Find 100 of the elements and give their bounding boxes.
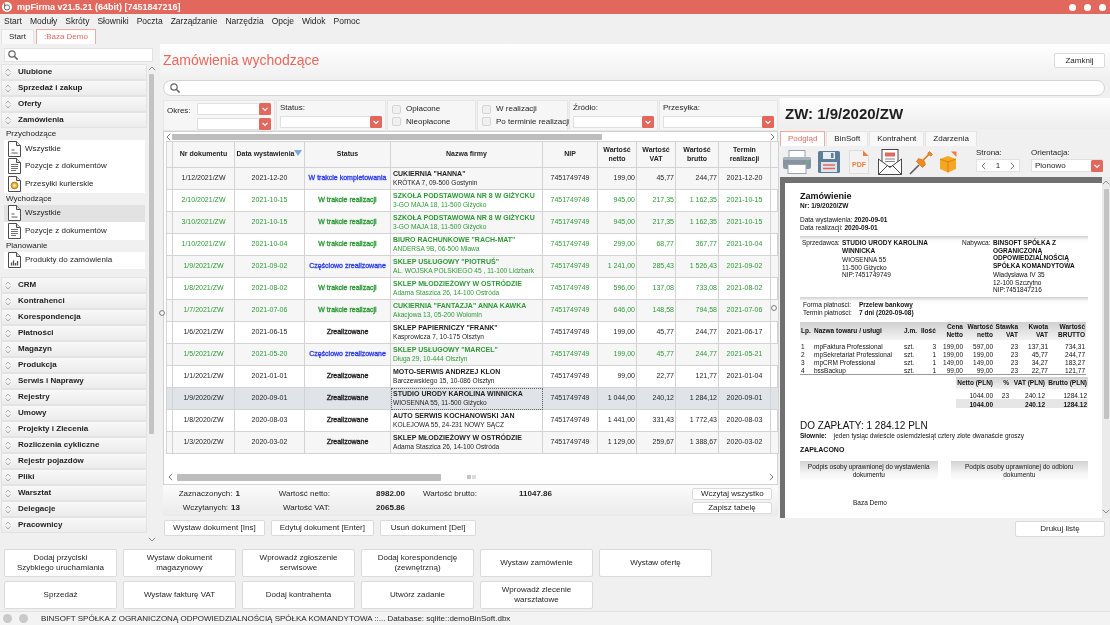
save-table-button[interactable]: Zapisz tabelę (692, 501, 772, 514)
vertical-scrollbar[interactable] (1102, 177, 1110, 518)
menu-item[interactable]: Pomoc (329, 15, 364, 27)
checkbox[interactable] (482, 104, 491, 114)
quick-action-button[interactable]: Wystaw dokument magazynowy (123, 549, 236, 577)
tab[interactable]: BinSoft (826, 131, 869, 146)
sidebar-section[interactable]: Serwis i Naprawy (1, 373, 147, 389)
box-icon[interactable] (939, 150, 957, 173)
sidebar-section[interactable]: Płatności (1, 325, 147, 341)
dot-icon[interactable] (1084, 3, 1091, 11)
dropdown-field[interactable] (197, 103, 271, 115)
dropdown-field[interactable] (197, 118, 271, 130)
tab[interactable]: Zdarzenia (925, 131, 977, 146)
sidebar-section[interactable]: Zamówienia (1, 112, 147, 128)
quick-action-button[interactable]: Wystaw zamówienie (480, 549, 593, 577)
search-field[interactable] (163, 80, 1105, 96)
action-button[interactable]: Wystaw dokument [Ins] (164, 520, 265, 536)
sidebar-section[interactable]: Produkcja (1, 357, 147, 373)
tab[interactable]: Start (1, 29, 34, 44)
scrollbar-thumb[interactable] (149, 74, 154, 434)
scrollbar-thumb[interactable] (177, 473, 441, 481)
checkbox[interactable] (482, 117, 491, 127)
menu-item[interactable]: Narzędzia (221, 15, 268, 27)
updown-chevron-icon (5, 488, 11, 498)
quick-action-button[interactable]: Sprzedaż (4, 581, 117, 609)
dropdown-field[interactable] (280, 116, 382, 128)
document-icon (8, 140, 21, 157)
quick-action-button[interactable]: Wystaw fakturę VAT (123, 581, 236, 609)
printer-icon[interactable] (783, 149, 811, 174)
search-icon (170, 83, 180, 93)
print-list-button[interactable]: Drukuj listę (1015, 521, 1105, 537)
load-all-button[interactable]: Wczytaj wszystko (692, 487, 772, 500)
updown-chevron-icon (5, 328, 11, 338)
page-spinner[interactable]: 1 (976, 159, 1020, 173)
action-button[interactable]: Edytuj dokument [Enter] (270, 520, 374, 536)
quick-action-button[interactable]: Dodaj korespondencję (zewnętrzną) (361, 549, 474, 577)
sidebar-section[interactable]: Umowy (1, 405, 147, 421)
menu-item[interactable]: Opcje (267, 15, 298, 27)
checkbox[interactable] (392, 117, 401, 127)
horizontal-scrollbar[interactable] (166, 133, 777, 141)
sidebar-section[interactable]: Rozliczenia cykliczne (1, 437, 147, 453)
chevron-up-icon (147, 66, 156, 71)
updown-chevron-icon (5, 344, 11, 354)
scrollbar-thumb[interactable] (1103, 189, 1109, 419)
sidebar-section[interactable]: Kontrahenci (1, 293, 147, 309)
sort-icon[interactable] (294, 149, 303, 156)
sidebar-section[interactable]: Pliki (1, 469, 147, 485)
quick-action-button[interactable]: Wystaw ofertę (599, 549, 712, 577)
sidebar-section[interactable]: Warsztat (1, 485, 147, 501)
dot-icon[interactable] (1099, 3, 1106, 11)
chevron-left-icon[interactable] (981, 161, 986, 170)
dropdown-field[interactable]: Pionowo (1031, 159, 1103, 173)
splitter-handle-icon[interactable] (159, 310, 165, 316)
close-button[interactable]: Zamknij (1054, 53, 1105, 68)
dropdown-field[interactable] (663, 116, 774, 128)
menu-item[interactable]: Start (0, 15, 26, 27)
quick-action-button[interactable]: Dodaj przyciski Szybkiego uruchamiania (4, 549, 117, 577)
summary-label: Wartość VAT: (282, 502, 330, 513)
dropdown-field[interactable] (573, 116, 654, 128)
tab[interactable]: :Baza Demo (35, 29, 96, 44)
quick-action-button[interactable]: Dodaj kontrahenta (242, 581, 355, 609)
sidebar-section[interactable]: Oferty (1, 96, 147, 112)
summary-value: 8982.00 (375, 488, 405, 499)
sidebar-section[interactable]: Ulubione (1, 64, 147, 80)
chevron-right-icon[interactable] (1010, 161, 1015, 170)
pushpin-icon[interactable] (909, 148, 933, 175)
sidebar-section[interactable]: Rejestr pojazdów (1, 453, 147, 469)
sidebar-section[interactable]: Rejestry (1, 389, 147, 405)
tab[interactable]: Podgląd (780, 131, 826, 146)
scrollbar-thumb[interactable] (172, 134, 602, 140)
sidebar-section[interactable]: Korespondencja (1, 309, 147, 325)
sidebar-section[interactable]: Magazyn (1, 341, 147, 357)
updown-chevron-icon (5, 376, 11, 386)
document-icon (8, 205, 21, 222)
menu-item[interactable]: Moduły (25, 15, 62, 27)
sidebar-section[interactable]: Projekty i Zlecenia (1, 421, 147, 437)
envelope-icon[interactable] (878, 148, 902, 175)
menu-item[interactable]: Poczta (132, 15, 167, 27)
quick-action-button[interactable]: Wprowadź zgłoszenie serwisowe (242, 549, 355, 577)
quick-action-button[interactable]: Wprowadź zlecenie warsztatowe (480, 581, 593, 609)
menu-item[interactable]: Słowniki (93, 15, 133, 27)
menu-item[interactable]: Skróty (61, 15, 94, 27)
menu-item[interactable]: Widok (297, 15, 330, 27)
sidebar-section[interactable]: Pracownicy (1, 517, 147, 533)
sidebar-section[interactable]: Sprzedaż i zakup (1, 80, 147, 96)
quick-action-button[interactable]: Utwórz zadanie (361, 581, 474, 609)
tab[interactable]: Kontrahent (869, 131, 925, 146)
updown-chevron-icon (5, 99, 11, 109)
sidebar-section[interactable]: CRM (1, 277, 147, 293)
status-dot-icon (19, 614, 28, 623)
updown-chevron-icon (5, 296, 11, 306)
filter-label: Okres: (167, 105, 191, 117)
sidebar-section[interactable]: Delegacje (1, 501, 147, 517)
action-button[interactable]: Usuń dokument [Del] (380, 520, 476, 536)
updown-chevron-icon (5, 456, 11, 466)
menu-item[interactable]: Zarządzanie (166, 15, 222, 27)
search-field[interactable] (4, 48, 153, 62)
splitter-handle-icon[interactable] (771, 305, 777, 311)
dot-icon[interactable] (1069, 3, 1076, 11)
checkbox[interactable] (392, 104, 401, 114)
